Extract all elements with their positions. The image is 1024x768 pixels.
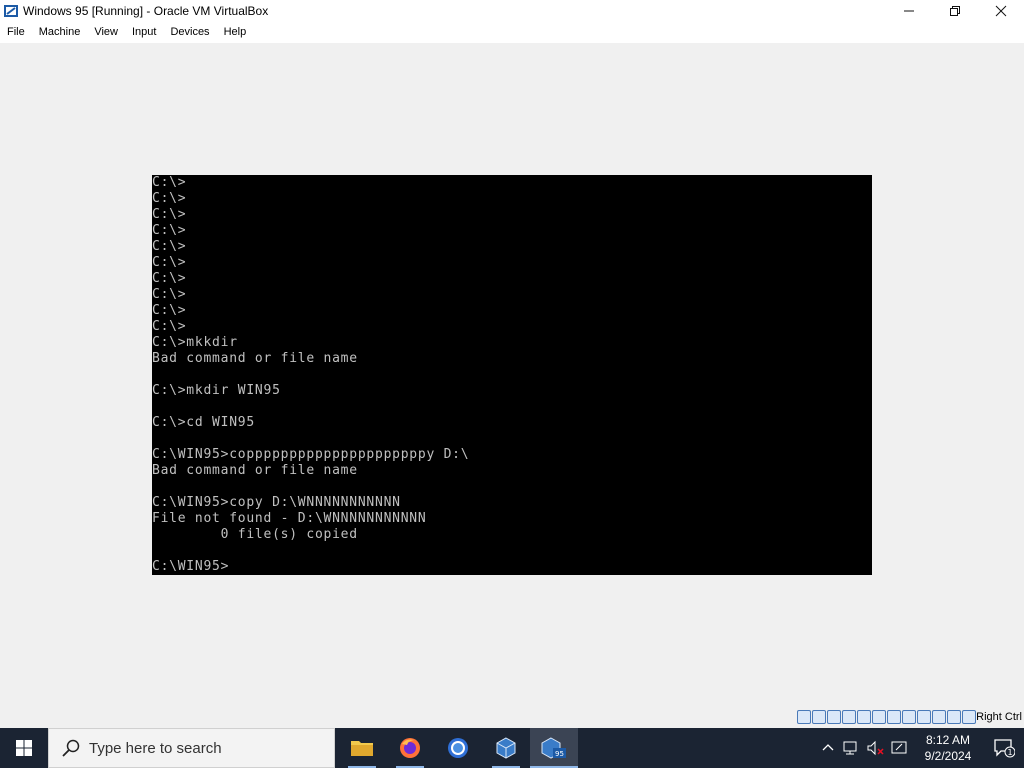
console-line: C:\> — [152, 207, 187, 222]
virtualbox-icon — [496, 737, 516, 759]
menu-view[interactable]: View — [87, 22, 125, 43]
console-line: C:\WIN95>copy D:\WNNNNNNNNNNN — [152, 495, 401, 510]
restore-button[interactable] — [932, 0, 978, 22]
volume-muted-icon — [867, 740, 884, 756]
notification-center-button[interactable]: 1 — [984, 728, 1024, 768]
svg-text:95: 95 — [555, 750, 564, 758]
close-button[interactable] — [978, 0, 1024, 22]
menu-file[interactable]: File — [0, 22, 32, 43]
menu-help[interactable]: Help — [217, 22, 254, 43]
hard-disk-icon[interactable] — [797, 710, 811, 724]
file-explorer-icon — [351, 741, 373, 756]
console-line: C:\> — [152, 287, 187, 302]
status-icons — [797, 710, 976, 724]
console-line: 0 file(s) copied — [152, 527, 358, 542]
clock-date: 9/2/2024 — [924, 749, 972, 763]
windows95-vm-icon: 95 — [541, 737, 566, 759]
console-line: C:\>cd WIN95 — [152, 415, 255, 430]
network-icon — [843, 741, 857, 755]
notification-count: 1 — [1007, 748, 1012, 757]
console-line: Bad command or file name — [152, 351, 358, 366]
taskbar-file-explorer[interactable] — [338, 728, 386, 768]
console-line: C:\>mkdir WIN95 — [152, 383, 281, 398]
menu-input[interactable]: Input — [125, 22, 163, 43]
show-hidden-icons-button[interactable] — [816, 728, 840, 768]
windows-logo-icon — [16, 740, 32, 756]
start-button[interactable] — [0, 728, 48, 768]
taskbar-chrome[interactable] — [434, 728, 482, 768]
cpu-icon[interactable] — [932, 710, 946, 724]
dos-console[interactable]: C:\> C:\> C:\> C:\> C:\> C:\> C:\> C:\> C:\> C:\>… — [152, 175, 872, 575]
console-line: C:\> — [152, 319, 187, 334]
display-icon[interactable] — [902, 710, 916, 724]
console-line: Bad command or file name — [152, 463, 358, 478]
close-icon — [995, 5, 1007, 17]
mouse-integration-icon[interactable] — [947, 710, 961, 724]
host-key-label[interactable]: Right Ctrl — [976, 711, 1022, 723]
taskbar-firefox[interactable] — [386, 728, 434, 768]
console-line: C:\>mkkdir — [152, 335, 238, 350]
network-icon[interactable] — [857, 710, 871, 724]
usb-icon[interactable] — [872, 710, 886, 724]
optical-drive-icon[interactable] — [812, 710, 826, 724]
shared-folders-icon[interactable] — [887, 710, 901, 724]
console-line: C:\> — [152, 271, 187, 286]
minimize-icon — [904, 10, 914, 12]
keyboard-icon[interactable] — [962, 710, 976, 724]
console-line: C:\> — [152, 239, 187, 254]
search-icon — [62, 739, 80, 757]
console-line: C:\> — [152, 223, 187, 238]
window-title: Windows 95 [Running] - Oracle VM Virtual… — [23, 4, 269, 18]
title-bar: Windows 95 [Running] - Oracle VM Virtual… — [0, 0, 1024, 22]
console-line: File not found - D:\WNNNNNNNNNNN — [152, 511, 427, 526]
taskbar-windows95-vm[interactable]: 95 — [530, 728, 578, 768]
console-line: C:\> — [152, 191, 187, 206]
menu-machine[interactable]: Machine — [32, 22, 88, 43]
window-controls — [886, 0, 1024, 22]
taskbar-clock[interactable]: 8:12 AM 9/2/2024 — [912, 732, 984, 764]
taskbar-search[interactable]: Type here to search — [48, 728, 335, 768]
console-line: C:\WIN95>copppppppppppppppppppppy D:\ — [152, 447, 470, 462]
minimize-button[interactable] — [886, 0, 932, 22]
chevron-up-icon — [822, 744, 834, 751]
virtualbox-icon — [4, 5, 18, 17]
network-tray-button[interactable] — [840, 728, 864, 768]
vm-status-bar: Right Ctrl — [0, 707, 1024, 728]
chrome-icon — [448, 738, 468, 758]
firefox-icon — [400, 738, 420, 758]
restore-icon — [950, 6, 960, 16]
console-line: C:\> — [152, 303, 187, 318]
console-line: C:\> — [152, 175, 187, 190]
video-capture-icon[interactable] — [917, 710, 931, 724]
console-line: C:\WIN95> — [152, 559, 230, 574]
clock-time: 8:12 AM — [925, 733, 971, 747]
notification-icon: 1 — [994, 739, 1015, 758]
volume-tray-button[interactable] — [864, 728, 888, 768]
pen-tray-button[interactable] — [888, 728, 912, 768]
menu-bar: File Machine View Input Devices Help — [0, 22, 1024, 43]
audio-icon[interactable] — [842, 710, 856, 724]
floppy-icon[interactable] — [827, 710, 841, 724]
vm-display-area[interactable]: C:\> C:\> C:\> C:\> C:\> C:\> C:\> C:\> C:\> C:\>… — [0, 43, 1024, 707]
taskbar-virtualbox[interactable] — [482, 728, 530, 768]
console-line: C:\> — [152, 255, 187, 270]
taskbar: Type here to search 95 8:12 AM 9/2/2024 … — [0, 728, 1024, 768]
system-tray: 8:12 AM 9/2/2024 1 — [816, 728, 1024, 768]
menu-devices[interactable]: Devices — [163, 22, 216, 43]
pen-workspace-icon — [891, 741, 907, 754]
search-placeholder: Type here to search — [89, 739, 222, 757]
